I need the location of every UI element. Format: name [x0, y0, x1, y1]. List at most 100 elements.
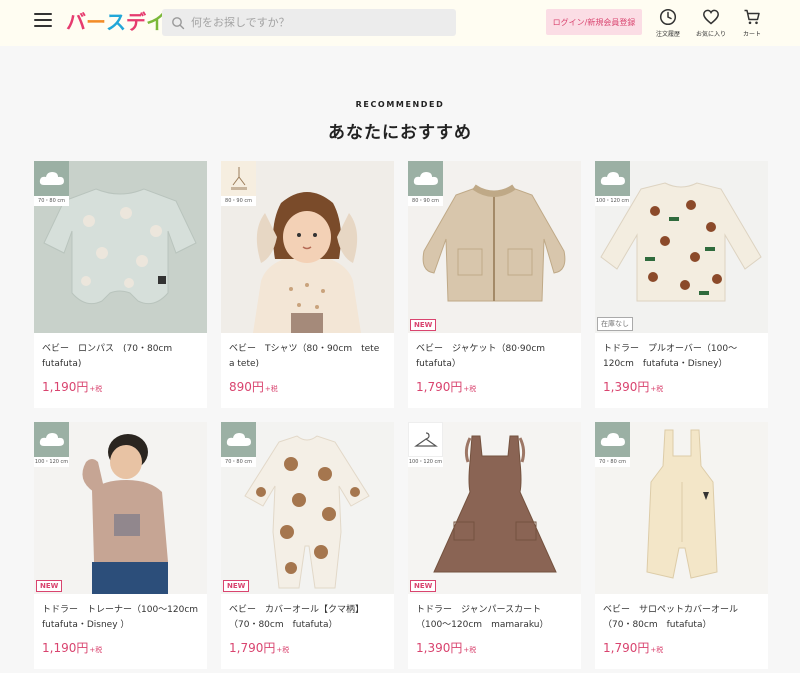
- favorites-link[interactable]: お気に入り: [691, 8, 731, 38]
- tax-label: +税: [89, 646, 103, 654]
- new-badge: NEW: [36, 580, 63, 592]
- site-header: バースデイ ログイン/新規会員登録 注文履歴 お気に入り カート: [0, 0, 800, 46]
- brand-badge: 80・90 cm: [408, 161, 443, 206]
- clock-icon: [659, 8, 677, 26]
- product-price: 1,790円+税: [603, 639, 760, 656]
- search-icon: [172, 16, 185, 29]
- product-image[interactable]: 70・80 cm: [34, 161, 207, 333]
- product-price: 1,190円+税: [42, 378, 199, 395]
- product-card[interactable]: 80・90 cm ベビー Tシャツ（80・90cm tete a tete) 8…: [221, 161, 394, 408]
- product-name[interactable]: トドラー プルオーバー（100〜120cm futafuta・Disney）: [603, 342, 760, 374]
- cart-label: カート: [742, 31, 761, 38]
- new-badge: NEW: [410, 580, 437, 592]
- site-logo[interactable]: バースデイ: [66, 9, 166, 35]
- cart-icon: [744, 9, 760, 25]
- product-image[interactable]: 70・80 cm NEW: [221, 422, 394, 594]
- brand-badge: 100・120 cm: [34, 422, 69, 467]
- price-value: 1,790円: [229, 641, 276, 655]
- product-price: 1,390円+税: [603, 378, 760, 395]
- login-register-button[interactable]: ログイン/新規会員登録: [546, 9, 642, 35]
- tax-label: +税: [463, 646, 477, 654]
- product-image[interactable]: 80・90 cm: [221, 161, 394, 333]
- tax-label: +税: [650, 646, 664, 654]
- price-value: 1,390円: [603, 380, 650, 394]
- product-image[interactable]: 100・120 cm NEW: [408, 422, 581, 594]
- brand-badge: 70・80 cm: [595, 422, 630, 467]
- size-label: 100・120 cm: [595, 196, 630, 206]
- logo-letter: デ: [126, 10, 146, 34]
- product-card[interactable]: 80・90 cm NEW ベビー ジャケット（80·90cm futafuta）…: [408, 161, 581, 408]
- product-card[interactable]: 100・120 cm 在庫なし トドラー プルオーバー（100〜120cm fu…: [595, 161, 768, 408]
- size-label: 70・80 cm: [34, 196, 69, 206]
- size-label: 100・120 cm: [34, 457, 69, 467]
- cloud-logo-icon: [600, 171, 625, 185]
- logo-letter: ス: [106, 10, 126, 34]
- product-name[interactable]: トドラー トレーナー（100〜120cm futafuta・Disney ）: [42, 603, 199, 635]
- product-card[interactable]: 70・80 cm NEW ベビー カバーオール【クマ柄】（70・80cm fut…: [221, 422, 394, 669]
- price-value: 890円: [229, 380, 264, 394]
- tax-label: +税: [650, 385, 664, 393]
- size-label: 80・90 cm: [221, 196, 256, 206]
- search-input[interactable]: [191, 16, 441, 29]
- product-name[interactable]: ベビー サロペットカバーオール（70・80cm futafuta）: [603, 603, 760, 635]
- tax-label: +税: [463, 385, 477, 393]
- brand-badge: 80・90 cm: [221, 161, 256, 206]
- product-price: 1,790円+税: [416, 378, 573, 395]
- size-label: 70・80 cm: [221, 457, 256, 467]
- brand-badge: 70・80 cm: [221, 422, 256, 467]
- cloud-logo-icon: [226, 432, 251, 446]
- price-value: 1,190円: [42, 380, 89, 394]
- brand-badge: 70・80 cm: [34, 161, 69, 206]
- new-badge: NEW: [410, 319, 437, 331]
- tax-label: +税: [89, 385, 103, 393]
- section-title: あなたにおすすめ: [328, 123, 472, 143]
- product-image[interactable]: 100・120 cm 在庫なし: [595, 161, 768, 333]
- new-badge: NEW: [223, 580, 250, 592]
- cart-link[interactable]: カート: [732, 8, 772, 38]
- cloud-logo-icon: [600, 432, 625, 446]
- tax-label: +税: [264, 385, 278, 393]
- size-label: 80・90 cm: [408, 196, 443, 206]
- section-subtitle: RECOMMENDED: [355, 100, 445, 109]
- product-price: 1,390円+税: [416, 639, 573, 656]
- order-history-link[interactable]: 注文履歴: [648, 8, 688, 38]
- favorites-label: お気に入り: [695, 31, 726, 38]
- product-card[interactable]: 70・80 cm ベビー サロペットカバーオール（70・80cm futafut…: [595, 422, 768, 669]
- price-value: 1,790円: [603, 641, 650, 655]
- product-price: 1,790円+税: [229, 639, 386, 656]
- out-of-stock-badge: 在庫なし: [597, 317, 633, 331]
- product-image[interactable]: 70・80 cm: [595, 422, 768, 594]
- product-card[interactable]: 100・120 cm NEW トドラー トレーナー（100〜120cm futa…: [34, 422, 207, 669]
- brand-badge: 100・120 cm: [408, 422, 443, 467]
- product-card[interactable]: 100・120 cm NEW トドラー ジャンパースカート（100〜120cm …: [408, 422, 581, 669]
- tete-a-tete-logo-icon: [230, 166, 247, 190]
- heart-icon: [703, 9, 719, 25]
- tax-label: +税: [276, 646, 290, 654]
- cloud-logo-icon: [413, 171, 438, 185]
- product-price: 1,190円+税: [42, 639, 199, 656]
- menu-icon[interactable]: [34, 13, 52, 29]
- product-name[interactable]: ベビー Tシャツ（80・90cm tete a tete): [229, 342, 386, 374]
- size-label: 100・120 cm: [408, 457, 443, 467]
- product-image[interactable]: 80・90 cm NEW: [408, 161, 581, 333]
- product-price: 890円+税: [229, 378, 386, 395]
- product-name[interactable]: トドラー ジャンパースカート（100〜120cm mamaraku）: [416, 603, 573, 635]
- product-name[interactable]: ベビー ロンパス (70・80cm futafuta): [42, 342, 199, 374]
- product-image[interactable]: 100・120 cm NEW: [34, 422, 207, 594]
- logo-letter: ー: [86, 10, 106, 34]
- logo-letter: バ: [66, 10, 86, 34]
- mamaraku-hanger-icon: [413, 431, 438, 447]
- size-label: 70・80 cm: [595, 457, 630, 467]
- price-value: 1,390円: [416, 641, 463, 655]
- order-history-label: 注文履歴: [655, 31, 680, 38]
- product-card[interactable]: 70・80 cm ベビー ロンパス (70・80cm futafuta) 1,1…: [34, 161, 207, 408]
- cloud-logo-icon: [39, 432, 64, 446]
- price-value: 1,190円: [42, 641, 89, 655]
- brand-badge: 100・120 cm: [595, 161, 630, 206]
- product-name[interactable]: ベビー カバーオール【クマ柄】（70・80cm futafuta）: [229, 603, 386, 635]
- cloud-logo-icon: [39, 171, 64, 185]
- price-value: 1,790円: [416, 380, 463, 394]
- product-name[interactable]: ベビー ジャケット（80·90cm futafuta）: [416, 342, 573, 374]
- search-bar[interactable]: [162, 9, 456, 36]
- main-content: RECOMMENDED あなたにおすすめ 70・80 cm ベビー ロンパス (…: [0, 66, 800, 673]
